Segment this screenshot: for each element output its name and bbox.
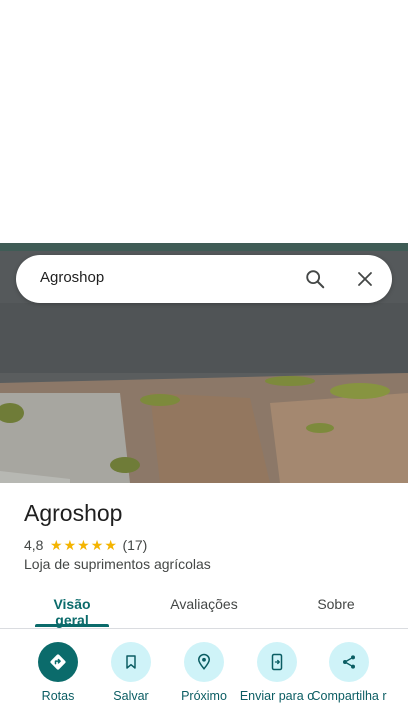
send-to-phone-label: Enviar para o xyxy=(239,689,315,703)
star-icon: ★ xyxy=(63,537,77,553)
star-icon: ★ xyxy=(90,537,104,553)
tab-reviews[interactable]: Avaliações xyxy=(164,596,244,612)
place-title: Agroshop xyxy=(24,500,123,526)
search-bar[interactable]: Agroshop xyxy=(16,255,392,303)
review-count[interactable]: (17) xyxy=(122,537,147,553)
save-button[interactable]: Salvar xyxy=(93,642,169,703)
send-to-phone-icon xyxy=(257,642,297,682)
star-icon: ★ xyxy=(77,537,90,553)
nearby-label: Próximo xyxy=(181,689,227,703)
close-icon[interactable] xyxy=(351,265,379,293)
active-tab-indicator xyxy=(35,624,109,627)
star-icon: ★ xyxy=(104,537,117,553)
search-input[interactable]: Agroshop xyxy=(40,269,104,286)
directions-icon xyxy=(38,642,78,682)
tab-about[interactable]: Sobre xyxy=(306,596,366,612)
bookmark-icon xyxy=(111,642,151,682)
rating-stars: ★ ★ ★ ★ ★ xyxy=(49,538,117,552)
rating-row[interactable]: 4,8 ★ ★ ★ ★ ★ (17) xyxy=(24,536,147,554)
action-bar: Rotas Salvar Próximo Enviar para o Compa… xyxy=(0,640,408,726)
share-label: Compartilha r xyxy=(311,689,387,703)
star-icon: ★ xyxy=(49,537,63,553)
rating-value: 4,8 xyxy=(24,537,44,553)
nearby-button[interactable]: Próximo xyxy=(166,642,242,703)
share-button[interactable]: Compartilha r xyxy=(311,642,387,703)
nearby-icon xyxy=(184,642,224,682)
search-icon[interactable] xyxy=(301,265,329,293)
directions-label: Rotas xyxy=(41,689,75,703)
share-icon xyxy=(329,642,369,682)
map-blank-area xyxy=(0,0,408,243)
place-category: Loja de suprimentos agrícolas xyxy=(24,556,211,572)
send-to-phone-button[interactable]: Enviar para o xyxy=(239,642,315,703)
save-label: Salvar xyxy=(113,689,149,703)
directions-button[interactable]: Rotas xyxy=(20,642,96,703)
tab-bar: Visão geral Avaliações Sobre xyxy=(0,586,408,629)
